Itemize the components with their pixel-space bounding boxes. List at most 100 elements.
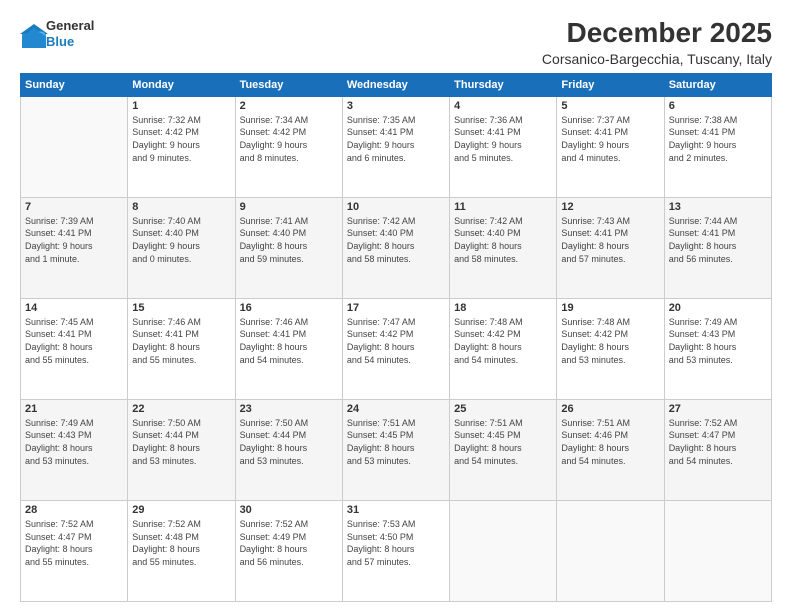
- day-info: Sunrise: 7:50 AM Sunset: 4:44 PM Dayligh…: [132, 417, 230, 467]
- day-number: 21: [25, 403, 123, 415]
- table-row: 16 Sunrise: 7:46 AM Sunset: 4:41 PM Dayli…: [235, 298, 342, 399]
- table-row: 1 Sunrise: 7:32 AM Sunset: 4:42 PM Daylig…: [128, 96, 235, 197]
- day-info: Sunrise: 7:48 AM Sunset: 4:42 PM Dayligh…: [561, 316, 659, 366]
- day-number: 17: [347, 302, 445, 314]
- table-row: 20 Sunrise: 7:49 AM Sunset: 4:43 PM Dayli…: [664, 298, 771, 399]
- day-number: 20: [669, 302, 767, 314]
- table-row: 3Sunrise: 7:35 AM Sunset: 4:41 PM Daylig…: [342, 96, 449, 197]
- day-info: Sunrise: 7:51 AM Sunset: 4:45 PM Dayligh…: [454, 417, 552, 467]
- day-number: 31: [347, 504, 445, 516]
- col-thursday: Thursday: [450, 73, 557, 96]
- day-number: 15: [132, 302, 230, 314]
- table-row: 13 Sunrise: 7:44 AM Sunset: 4:41 PM Dayli…: [664, 197, 771, 298]
- day-number: 24: [347, 403, 445, 415]
- table-row: 25Sunrise: 7:51 AM Sunset: 4:45 PM Dayli…: [450, 399, 557, 500]
- day-info: Sunrise: 7:49 AM Sunset: 4:43 PM Dayligh…: [669, 316, 767, 366]
- day-info: Sunrise: 7:40 AM Sunset: 4:40 PM Dayligh…: [132, 215, 230, 265]
- day-info: Sunrise: 7:47 AM Sunset: 4:42 PM Dayligh…: [347, 316, 445, 366]
- table-row: [21, 96, 128, 197]
- day-number: 1: [132, 100, 230, 112]
- day-number: 28: [25, 504, 123, 516]
- day-info: Sunrise: 7:42 AM Sunset: 4:40 PM Dayligh…: [454, 215, 552, 265]
- day-info: Sunrise: 7:38 AM Sunset: 4:41 PM Dayligh…: [669, 114, 767, 164]
- calendar-row: 28 Sunrise: 7:52 AM Sunset: 4:47 PM Dayli…: [21, 500, 772, 601]
- logo: General Blue: [20, 18, 94, 49]
- day-info: Sunrise: 7:49 AM Sunset: 4:43 PM Dayligh…: [25, 417, 123, 467]
- table-row: 15 Sunrise: 7:46 AM Sunset: 4:41 PM Dayli…: [128, 298, 235, 399]
- day-number: 13: [669, 201, 767, 213]
- day-info: Sunrise: 7:48 AM Sunset: 4:42 PM Dayligh…: [454, 316, 552, 366]
- day-number: 27: [669, 403, 767, 415]
- logo-line2: Blue: [46, 34, 94, 50]
- table-row: 6 Sunrise: 7:38 AM Sunset: 4:41 PM Daylig…: [664, 96, 771, 197]
- table-row: 12 Sunrise: 7:43 AM Sunset: 4:41 PM Dayli…: [557, 197, 664, 298]
- day-info: Sunrise: 7:36 AM Sunset: 4:41 PM Dayligh…: [454, 114, 552, 164]
- table-row: 7 Sunrise: 7:39 AM Sunset: 4:41 PM Daylig…: [21, 197, 128, 298]
- logo-icon: [20, 24, 44, 44]
- day-info: Sunrise: 7:44 AM Sunset: 4:41 PM Dayligh…: [669, 215, 767, 265]
- day-number: 23: [240, 403, 338, 415]
- table-row: 28 Sunrise: 7:52 AM Sunset: 4:47 PM Dayli…: [21, 500, 128, 601]
- page: General Blue December 2025 Corsanico-Bar…: [0, 0, 792, 612]
- table-row: 21 Sunrise: 7:49 AM Sunset: 4:43 PM Dayli…: [21, 399, 128, 500]
- table-row: 4 Sunrise: 7:36 AM Sunset: 4:41 PM Daylig…: [450, 96, 557, 197]
- day-number: 18: [454, 302, 552, 314]
- col-saturday: Saturday: [664, 73, 771, 96]
- table-row: 8 Sunrise: 7:40 AM Sunset: 4:40 PM Daylig…: [128, 197, 235, 298]
- day-info: Sunrise: 7:53 AM Sunset: 4:50 PM Dayligh…: [347, 518, 445, 568]
- day-number: 9: [240, 201, 338, 213]
- col-monday: Monday: [128, 73, 235, 96]
- table-row: 23 Sunrise: 7:50 AM Sunset: 4:44 PM Dayli…: [235, 399, 342, 500]
- col-tuesday: Tuesday: [235, 73, 342, 96]
- table-row: 9 Sunrise: 7:41 AM Sunset: 4:40 PM Daylig…: [235, 197, 342, 298]
- table-row: [557, 500, 664, 601]
- day-info: Sunrise: 7:45 AM Sunset: 4:41 PM Dayligh…: [25, 316, 123, 366]
- header: General Blue December 2025 Corsanico-Bar…: [20, 18, 772, 67]
- table-row: 5Sunrise: 7:37 AM Sunset: 4:41 PM Daylig…: [557, 96, 664, 197]
- day-info: Sunrise: 7:41 AM Sunset: 4:40 PM Dayligh…: [240, 215, 338, 265]
- table-row: 19 Sunrise: 7:48 AM Sunset: 4:42 PM Dayli…: [557, 298, 664, 399]
- table-row: 31 Sunrise: 7:53 AM Sunset: 4:50 PM Dayli…: [342, 500, 449, 601]
- table-row: 22Sunrise: 7:50 AM Sunset: 4:44 PM Dayli…: [128, 399, 235, 500]
- day-info: Sunrise: 7:46 AM Sunset: 4:41 PM Dayligh…: [132, 316, 230, 366]
- day-info: Sunrise: 7:39 AM Sunset: 4:41 PM Dayligh…: [25, 215, 123, 265]
- day-number: 7: [25, 201, 123, 213]
- calendar-table: Sunday Monday Tuesday Wednesday Thursday…: [20, 73, 772, 602]
- day-number: 8: [132, 201, 230, 213]
- table-row: 24 Sunrise: 7:51 AM Sunset: 4:45 PM Dayli…: [342, 399, 449, 500]
- day-number: 12: [561, 201, 659, 213]
- table-row: 18 Sunrise: 7:48 AM Sunset: 4:42 PM Dayli…: [450, 298, 557, 399]
- col-wednesday: Wednesday: [342, 73, 449, 96]
- day-info: Sunrise: 7:42 AM Sunset: 4:40 PM Dayligh…: [347, 215, 445, 265]
- day-number: 29: [132, 504, 230, 516]
- location-title: Corsanico-Bargecchia, Tuscany, Italy: [542, 51, 772, 67]
- day-info: Sunrise: 7:50 AM Sunset: 4:44 PM Dayligh…: [240, 417, 338, 467]
- day-number: 6: [669, 100, 767, 112]
- calendar-row: 7 Sunrise: 7:39 AM Sunset: 4:41 PM Daylig…: [21, 197, 772, 298]
- day-number: 11: [454, 201, 552, 213]
- day-number: 19: [561, 302, 659, 314]
- day-number: 14: [25, 302, 123, 314]
- day-info: Sunrise: 7:34 AM Sunset: 4:42 PM Dayligh…: [240, 114, 338, 164]
- table-row: 10 Sunrise: 7:42 AM Sunset: 4:40 PM Dayli…: [342, 197, 449, 298]
- day-info: Sunrise: 7:51 AM Sunset: 4:46 PM Dayligh…: [561, 417, 659, 467]
- day-number: 4: [454, 100, 552, 112]
- day-number: 3: [347, 100, 445, 112]
- day-number: 10: [347, 201, 445, 213]
- title-block: December 2025 Corsanico-Bargecchia, Tusc…: [542, 18, 772, 67]
- table-row: 17 Sunrise: 7:47 AM Sunset: 4:42 PM Dayli…: [342, 298, 449, 399]
- day-info: Sunrise: 7:43 AM Sunset: 4:41 PM Dayligh…: [561, 215, 659, 265]
- day-info: Sunrise: 7:37 AM Sunset: 4:41 PM Dayligh…: [561, 114, 659, 164]
- day-info: Sunrise: 7:52 AM Sunset: 4:49 PM Dayligh…: [240, 518, 338, 568]
- day-info: Sunrise: 7:51 AM Sunset: 4:45 PM Dayligh…: [347, 417, 445, 467]
- month-title: December 2025: [542, 18, 772, 49]
- calendar-row: 14 Sunrise: 7:45 AM Sunset: 4:41 PM Dayli…: [21, 298, 772, 399]
- day-number: 16: [240, 302, 338, 314]
- table-row: 14 Sunrise: 7:45 AM Sunset: 4:41 PM Dayli…: [21, 298, 128, 399]
- table-row: 2Sunrise: 7:34 AM Sunset: 4:42 PM Daylig…: [235, 96, 342, 197]
- day-number: 26: [561, 403, 659, 415]
- day-info: Sunrise: 7:32 AM Sunset: 4:42 PM Dayligh…: [132, 114, 230, 164]
- day-info: Sunrise: 7:46 AM Sunset: 4:41 PM Dayligh…: [240, 316, 338, 366]
- day-info: Sunrise: 7:52 AM Sunset: 4:47 PM Dayligh…: [25, 518, 123, 568]
- day-number: 30: [240, 504, 338, 516]
